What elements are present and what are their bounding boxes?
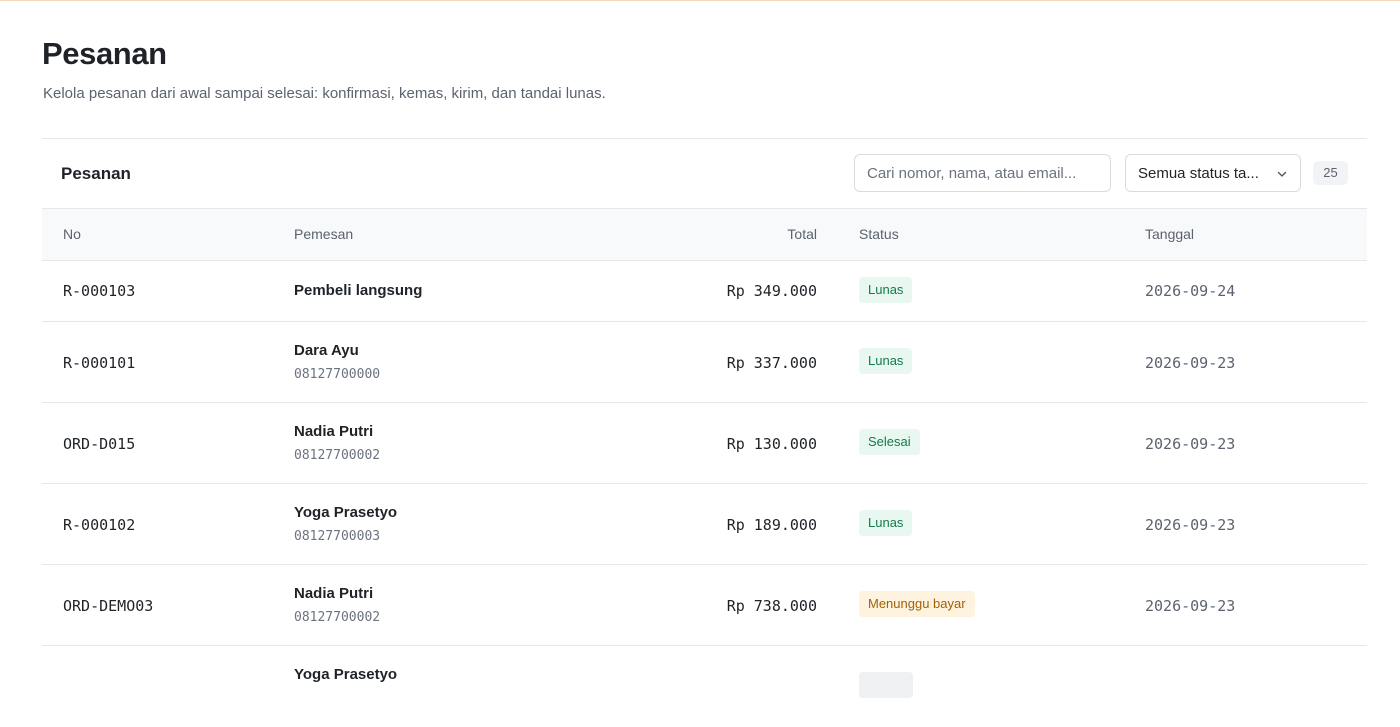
status-badge: Lunas xyxy=(859,510,913,536)
customer-name: Dara Ayu xyxy=(294,342,359,359)
order-date: 2026-09-23 xyxy=(1145,597,1236,615)
order-total: Rp 349.000 xyxy=(726,282,817,300)
table-row[interactable]: Yoga Prasetyo xyxy=(42,646,1367,727)
table-row[interactable]: ORD-D015 Nadia Putri 08127700002 Rp 130.… xyxy=(42,403,1367,484)
column-header-status[interactable]: Status xyxy=(859,226,899,242)
column-header-no[interactable]: No xyxy=(63,226,81,242)
customer-phone: 08127700002 xyxy=(294,448,381,463)
orders-card: Pesanan Semua status ta... 25 No Pemesan… xyxy=(42,138,1367,699)
chevron-down-icon xyxy=(1277,171,1287,177)
customer-name: Yoga Prasetyo xyxy=(294,504,398,521)
order-count-badge: 25 xyxy=(1313,161,1348,185)
order-total: Rp 337.000 xyxy=(726,354,817,372)
top-accent-line xyxy=(0,0,1400,1)
page-title: Pesanan xyxy=(42,36,167,71)
customer-name: Pembeli langsung xyxy=(294,282,423,299)
column-header-customer[interactable]: Pemesan xyxy=(294,226,353,242)
column-header-date[interactable]: Tanggal xyxy=(1145,226,1194,242)
order-total: Rp 738.000 xyxy=(726,597,817,615)
customer-name: Yoga Prasetyo xyxy=(294,666,398,683)
order-date: 2026-09-23 xyxy=(1145,435,1236,453)
card-header: Pesanan Semua status ta... 25 xyxy=(42,139,1367,208)
status-filter-select[interactable]: Semua status ta... xyxy=(1125,154,1301,192)
page-subtitle: Kelola pesanan dari awal sampai selesai:… xyxy=(43,85,606,102)
table-row[interactable]: ORD-DEMO03 Nadia Putri 08127700002 Rp 73… xyxy=(42,565,1367,646)
customer-name: Nadia Putri xyxy=(294,585,374,602)
order-number[interactable]: R-000102 xyxy=(63,516,135,534)
order-date: 2026-09-23 xyxy=(1145,354,1236,372)
table-row[interactable]: R-000101 Dara Ayu 08127700000 Rp 337.000… xyxy=(42,322,1367,403)
order-number[interactable]: R-000101 xyxy=(63,354,135,372)
status-badge: Lunas xyxy=(859,277,913,303)
table-body: R-000103 Pembeli langsung Rp 349.000 Lun… xyxy=(42,261,1367,727)
status-badge: Menunggu bayar xyxy=(859,591,975,617)
order-date: 2026-09-23 xyxy=(1145,516,1236,534)
customer-phone: 08127700002 xyxy=(294,610,381,625)
column-header-total[interactable]: Total xyxy=(787,226,817,242)
search-input[interactable] xyxy=(854,154,1111,192)
order-total: Rp 130.000 xyxy=(726,435,817,453)
order-number[interactable]: ORD-D015 xyxy=(63,435,135,453)
status-badge: Selesai xyxy=(859,429,920,455)
table-header: No Pemesan Total Status Tanggal xyxy=(42,208,1367,261)
status-badge: Lunas xyxy=(859,348,913,374)
order-number[interactable]: R-000103 xyxy=(63,282,135,300)
order-total: Rp 189.000 xyxy=(726,516,817,534)
status-filter-label: Semua status ta... xyxy=(1138,165,1259,182)
customer-name: Nadia Putri xyxy=(294,423,374,440)
table-row[interactable]: R-000102 Yoga Prasetyo 08127700003 Rp 18… xyxy=(42,484,1367,565)
order-number[interactable]: ORD-DEMO03 xyxy=(63,597,153,615)
table-row[interactable]: R-000103 Pembeli langsung Rp 349.000 Lun… xyxy=(42,261,1367,322)
customer-phone: 08127700000 xyxy=(294,367,381,382)
customer-phone: 08127700003 xyxy=(294,529,381,544)
order-date: 2026-09-24 xyxy=(1145,282,1236,300)
card-title: Pesanan xyxy=(61,164,131,183)
